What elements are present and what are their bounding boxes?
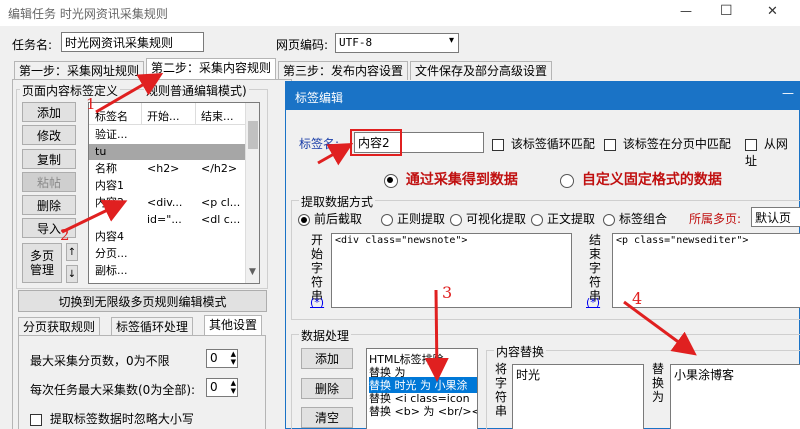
annotation-arrow-3 (424, 289, 449, 382)
annotation-arrow-tagname (317, 143, 354, 166)
annotation-arrow-1 (95, 72, 164, 114)
annotation-number-2: 2 (60, 226, 70, 244)
annotation-arrow-4 (623, 300, 697, 356)
annotation-arrow-2 (61, 200, 128, 234)
annotation-number-4: 4 (632, 289, 643, 308)
annotation-number-1: 1 (86, 95, 96, 113)
annotation-number-3: 3 (442, 283, 453, 302)
annotation-overlay (61, 72, 697, 382)
